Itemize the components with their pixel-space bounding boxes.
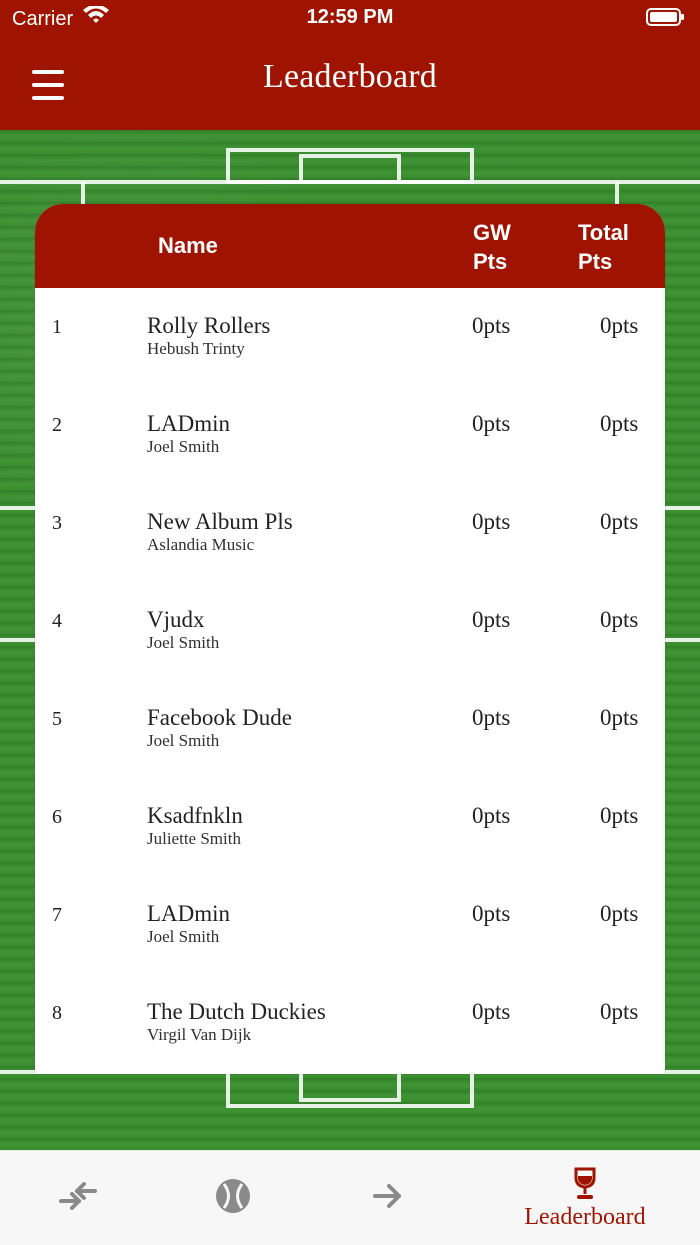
rank-cell: 5 bbox=[52, 708, 62, 730]
arrow-right-icon bbox=[372, 1182, 404, 1214]
table-row[interactable]: 4 Vjudx Joel Smith 0pts 0pts bbox=[35, 582, 665, 680]
rank-cell: 7 bbox=[52, 904, 62, 926]
bottom-tab-bar: Leaderboard bbox=[0, 1150, 700, 1245]
manager-name-cell: Joel Smith bbox=[147, 927, 220, 946]
total-points-cell: 0pts bbox=[600, 803, 639, 828]
team-name-cell: LADmin bbox=[147, 901, 231, 926]
team-name-cell: New Album Pls bbox=[147, 509, 293, 534]
name-column-header: Name bbox=[158, 233, 218, 258]
gw-points-column-header: GW Pts bbox=[473, 218, 543, 276]
manager-name-cell: Joel Smith bbox=[147, 437, 220, 456]
tab-leaderboard-label: Leaderboard bbox=[524, 1204, 646, 1230]
team-name-cell: Ksadfnkln bbox=[147, 803, 243, 828]
team-name-cell: The Dutch Duckies bbox=[147, 999, 326, 1024]
manager-name-cell: Virgil Van Dijk bbox=[147, 1025, 252, 1044]
gw-points-cell: 0pts bbox=[472, 607, 511, 632]
status-time: 12:59 PM bbox=[306, 6, 394, 28]
total-points-cell: 0pts bbox=[600, 313, 639, 338]
table-row[interactable]: 8 The Dutch Duckies Virgil Van Dijk 0pts… bbox=[35, 974, 665, 1072]
team-name-cell: Rolly Rollers bbox=[147, 313, 271, 338]
gw-points-cell: 0pts bbox=[472, 901, 511, 926]
table-header: Name GW Pts Total Pts bbox=[35, 204, 665, 288]
transfer-arrows-icon bbox=[57, 1182, 99, 1214]
leaderboard-card: Name GW Pts Total Pts 1 Rolly Rollers He… bbox=[35, 204, 665, 1074]
rank-cell: 8 bbox=[52, 1002, 62, 1024]
total-points-cell: 0pts bbox=[600, 607, 639, 632]
table-row[interactable]: 1 Rolly Rollers Hebush Trinty 0pts 0pts bbox=[35, 288, 665, 386]
gw-points-cell: 0pts bbox=[472, 803, 511, 828]
manager-name-cell: Juliette Smith bbox=[147, 829, 241, 848]
table-row[interactable]: 6 Ksadfnkln Juliette Smith 0pts 0pts bbox=[35, 778, 665, 876]
table-row[interactable]: 2 LADmin Joel Smith 0pts 0pts bbox=[35, 386, 665, 484]
total-points-cell: 0pts bbox=[600, 999, 639, 1024]
battery-icon bbox=[646, 7, 686, 31]
gw-points-cell: 0pts bbox=[472, 509, 511, 534]
ball-icon bbox=[215, 1178, 251, 1218]
status-bar: Carrier 12:59 PM bbox=[0, 0, 700, 36]
tab-matches[interactable] bbox=[203, 1151, 263, 1245]
rank-cell: 4 bbox=[52, 610, 62, 632]
total-points-cell: 0pts bbox=[600, 509, 639, 534]
gw-points-cell: 0pts bbox=[472, 999, 511, 1024]
table-row[interactable]: 7 LADmin Joel Smith 0pts 0pts bbox=[35, 876, 665, 974]
rank-cell: 1 bbox=[52, 316, 62, 338]
manager-name-cell: Joel Smith bbox=[147, 731, 220, 750]
tab-leaderboard[interactable]: Leaderboard bbox=[500, 1151, 670, 1245]
gw-points-cell: 0pts bbox=[472, 313, 511, 338]
table-row[interactable]: 5 Facebook Dude Joel Smith 0pts 0pts bbox=[35, 680, 665, 778]
team-name-cell: LADmin bbox=[147, 411, 231, 436]
menu-line-icon bbox=[32, 96, 64, 100]
wine-glass-icon bbox=[573, 1167, 597, 1203]
team-name-cell: Facebook Dude bbox=[147, 705, 292, 730]
manager-name-cell: Joel Smith bbox=[147, 633, 220, 652]
manager-name-cell: Aslandia Music bbox=[147, 535, 255, 554]
total-points-column-header: Total Pts bbox=[578, 218, 664, 276]
top-navigation-bar: Carrier 12:59 PM Leaderboard bbox=[0, 0, 700, 130]
gw-points-cell: 0pts bbox=[472, 705, 511, 730]
manager-name-cell: Hebush Trinty bbox=[147, 339, 245, 358]
team-name-cell: Vjudx bbox=[147, 607, 205, 632]
tab-next[interactable] bbox=[358, 1151, 418, 1245]
rank-cell: 2 bbox=[52, 414, 62, 436]
total-points-cell: 0pts bbox=[600, 411, 639, 436]
rank-cell: 6 bbox=[52, 806, 62, 828]
table-row[interactable]: 3 New Album Pls Aslandia Music 0pts 0pts bbox=[35, 484, 665, 582]
total-points-cell: 0pts bbox=[600, 901, 639, 926]
rank-cell: 3 bbox=[52, 512, 62, 534]
gw-points-column-header-text: GW Pts bbox=[473, 220, 511, 274]
leaderboard-rows: 1 Rolly Rollers Hebush Trinty 0pts 0pts … bbox=[35, 288, 665, 1072]
gw-points-cell: 0pts bbox=[472, 411, 511, 436]
total-points-cell: 0pts bbox=[600, 705, 639, 730]
page-title: Leaderboard bbox=[263, 58, 437, 95]
tab-transfers[interactable] bbox=[48, 1151, 108, 1245]
total-points-column-header-text: Total Pts bbox=[578, 220, 629, 274]
